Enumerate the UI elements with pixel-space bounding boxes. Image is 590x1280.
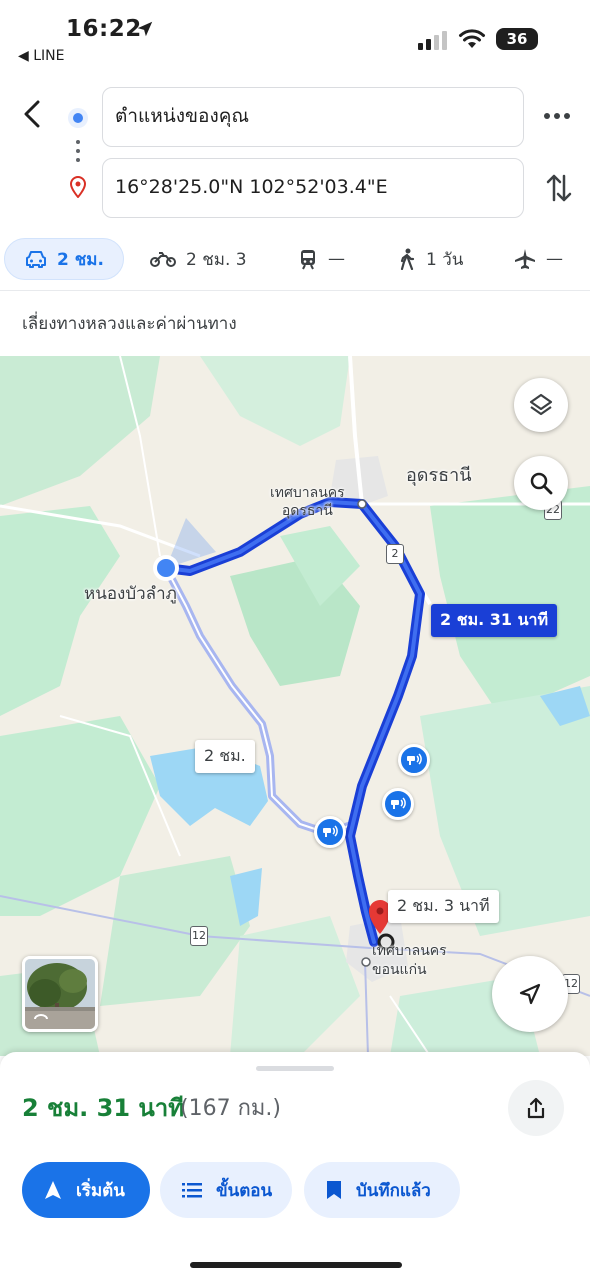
wifi-icon bbox=[459, 29, 485, 48]
highway-shield: 12 bbox=[190, 926, 208, 946]
location-arrow-icon bbox=[137, 21, 153, 37]
tab-flight-label: — bbox=[546, 249, 563, 269]
list-icon bbox=[182, 1183, 202, 1198]
status-bar: 16:22 ◀ LINE 36 bbox=[0, 0, 590, 78]
signal-icon bbox=[418, 31, 447, 50]
airplane-icon bbox=[515, 249, 535, 269]
highway-shield: 2 bbox=[386, 544, 404, 564]
route-chip-alternate[interactable]: 2 ชม. bbox=[195, 740, 255, 773]
search-icon bbox=[530, 472, 553, 495]
map-label-line: อุดรธานี bbox=[281, 503, 333, 519]
tab-transit-label: — bbox=[328, 249, 345, 269]
street-view-image bbox=[25, 959, 95, 1029]
connector-dots-icon bbox=[76, 140, 80, 166]
route-duration: 2 ชม. 31 นาที bbox=[22, 1094, 185, 1122]
destination-pin-icon bbox=[69, 176, 87, 198]
travel-mode-tabs: 2 ชม. 2 ชม. 3 — 1 วัน — bbox=[0, 238, 590, 282]
more-options-icon[interactable] bbox=[542, 106, 572, 126]
search-along-route-button[interactable] bbox=[514, 456, 568, 510]
tab-car-label: 2 ชม. bbox=[57, 249, 104, 270]
route-chip-alternate[interactable]: 2 ชม. 3 นาที bbox=[388, 890, 499, 923]
battery-indicator: 36 bbox=[496, 28, 538, 50]
origin-input[interactable]: ตำแหน่งของคุณ bbox=[102, 87, 524, 147]
street-view-thumbnail[interactable] bbox=[22, 956, 98, 1032]
share-button[interactable] bbox=[508, 1080, 564, 1136]
back-arrow-icon[interactable] bbox=[16, 96, 48, 132]
route-chip-main[interactable]: 2 ชม. 31 นาที bbox=[431, 604, 558, 637]
map-label-nongbua: หนองบัวลำภู bbox=[84, 584, 177, 604]
navigation-arrow-icon bbox=[45, 1181, 61, 1199]
train-icon bbox=[301, 250, 315, 270]
speed-camera-icon bbox=[314, 816, 346, 848]
saved-button[interactable]: บันทึกแล้ว bbox=[304, 1162, 460, 1218]
route-distance: (167 กม.) bbox=[180, 1096, 281, 1121]
bookmark-icon bbox=[327, 1181, 341, 1199]
layers-icon bbox=[529, 393, 553, 416]
back-to-app-link[interactable]: ◀ LINE bbox=[18, 48, 64, 64]
motorcycle-icon bbox=[150, 252, 176, 267]
home-indicator bbox=[190, 1262, 402, 1268]
recenter-button[interactable] bbox=[492, 956, 568, 1032]
map-label-udon-municipality: เทศบาลนคร อุดรธานี bbox=[270, 484, 345, 520]
map-label-udon-city: อุดรธานี bbox=[406, 465, 472, 486]
tab-motorcycle[interactable]: 2 ชม. 3 bbox=[150, 238, 247, 280]
start-button[interactable]: เริ่มต้น bbox=[22, 1162, 150, 1218]
share-icon bbox=[527, 1097, 545, 1119]
route-summary-sheet[interactable]: 2 ชม. 31 นาที (167 กม.) เริ่มต้น ขั้นตอน… bbox=[0, 1052, 590, 1280]
speed-camera-icon bbox=[398, 744, 430, 776]
map-label-line: เทศบาลนคร bbox=[270, 485, 345, 501]
map-label-line: ขอนแก่น bbox=[372, 962, 427, 978]
map-view[interactable]: อุดรธานี เทศบาลนคร อุดรธานี หนองบัวลำภู … bbox=[0, 356, 590, 1056]
map-label-line: เทศบาลนคร bbox=[372, 943, 447, 959]
divider bbox=[0, 290, 590, 291]
speed-camera-icon bbox=[382, 788, 414, 820]
walk-icon bbox=[400, 248, 415, 270]
saved-button-label: บันทึกแล้ว bbox=[356, 1180, 431, 1201]
layers-button[interactable] bbox=[514, 378, 568, 432]
map-base bbox=[0, 356, 590, 1056]
destination-input[interactable]: 16°28'25.0"N 102°52'03.4"E bbox=[102, 158, 524, 218]
tab-walk[interactable]: 1 วัน bbox=[398, 238, 463, 280]
steps-button-label: ขั้นตอน bbox=[216, 1180, 273, 1201]
map-label-khonkaen-municipality: เทศบาลนคร ขอนแก่น bbox=[372, 942, 447, 980]
tab-flight[interactable]: — bbox=[514, 238, 563, 280]
tab-walk-label: 1 วัน bbox=[426, 249, 464, 270]
navigation-arrow-icon bbox=[519, 983, 541, 1005]
car-icon bbox=[26, 251, 46, 268]
steps-button[interactable]: ขั้นตอน bbox=[160, 1162, 292, 1218]
tab-car[interactable]: 2 ชม. bbox=[4, 238, 124, 280]
swap-icon[interactable] bbox=[544, 170, 574, 206]
route-options-text[interactable]: เลี่ยงทางหลวงและค่าผ่านทาง bbox=[22, 310, 237, 337]
origin-dot-icon bbox=[68, 108, 88, 128]
start-button-label: เริ่มต้น bbox=[76, 1180, 125, 1201]
sheet-drag-handle[interactable] bbox=[256, 1066, 334, 1071]
tab-transit[interactable]: — bbox=[298, 238, 345, 280]
status-time: 16:22 bbox=[66, 16, 142, 42]
tab-motorcycle-label: 2 ชม. 3 bbox=[186, 249, 247, 270]
